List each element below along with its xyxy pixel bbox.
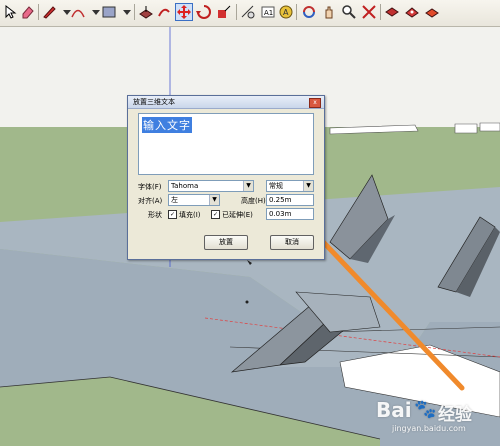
3d-text-icon[interactable]: A <box>278 4 294 20</box>
zoom-extents-icon[interactable] <box>361 4 377 20</box>
align-label: 对齐(A) <box>138 197 163 205</box>
extrude-field[interactable]: 0.03m <box>266 208 314 220</box>
toolbar-separator <box>296 4 297 20</box>
select-icon[interactable] <box>2 4 18 20</box>
watermark-brand: Bai <box>376 398 412 422</box>
style-select-value: 常规 <box>269 182 283 190</box>
toolbar-separator <box>38 4 39 20</box>
paw-icon: 🐾 <box>414 399 437 420</box>
font-label: 字体(F) <box>138 183 162 191</box>
components-icon[interactable] <box>384 4 400 20</box>
push-pull-icon[interactable] <box>138 4 154 20</box>
text-input[interactable]: 输入文字 <box>138 113 314 175</box>
height-field[interactable]: 0.25m <box>266 194 314 206</box>
align-select[interactable]: 左 ▼ <box>168 194 220 206</box>
extruded-label: 已延伸(E) <box>222 211 253 219</box>
arc-icon[interactable] <box>70 4 86 20</box>
fill-label: 填充(I) <box>179 211 201 219</box>
font-select-value: Tahoma <box>171 182 199 190</box>
zoom-icon[interactable] <box>341 4 357 20</box>
eraser-icon[interactable] <box>20 4 36 20</box>
close-icon[interactable]: x <box>309 98 321 108</box>
height-field-value: 0.25m <box>269 196 292 204</box>
place-button[interactable]: 放置 <box>204 235 248 250</box>
height-label: 高度(H) <box>241 197 266 205</box>
svg-text:A1: A1 <box>264 9 273 17</box>
extruded-checkbox[interactable]: ✓ <box>211 210 220 219</box>
chevron-down-icon[interactable] <box>119 4 135 20</box>
font-select[interactable]: Tahoma ▼ <box>168 180 254 192</box>
scale-icon[interactable] <box>216 4 232 20</box>
warehouse-icon[interactable] <box>404 4 420 20</box>
rotate-icon[interactable] <box>196 4 212 20</box>
selected-text: 输入文字 <box>142 117 192 133</box>
chevron-down-icon: ▼ <box>303 181 313 191</box>
style-select[interactable]: 常规 ▼ <box>266 180 314 192</box>
share-model-icon[interactable] <box>424 4 440 20</box>
svg-text:A: A <box>283 8 289 17</box>
dialog-titlebar[interactable]: 放置三维文本 x <box>128 96 324 109</box>
chevron-down-icon: ▼ <box>243 181 253 191</box>
form-label: 形状 <box>148 211 162 219</box>
pencil-icon[interactable] <box>41 4 57 20</box>
watermark-suffix: 经验 <box>438 405 472 425</box>
follow-me-icon[interactable] <box>156 4 172 20</box>
move-icon[interactable] <box>175 3 193 21</box>
chevron-down-icon: ▼ <box>209 195 219 205</box>
pan-icon[interactable] <box>321 4 337 20</box>
place-3d-text-dialog: 放置三维文本 x 输入文字 字体(F) Tahoma ▼ 常规 ▼ 对齐(A) … <box>127 95 325 260</box>
baidu-watermark: Bai 🐾 经验 jingyan.baidu.com <box>376 396 496 438</box>
dimension-icon[interactable] <box>240 4 256 20</box>
align-select-value: 左 <box>171 196 178 204</box>
dialog-title: 放置三维文本 <box>133 98 175 106</box>
text-icon[interactable]: A1 <box>260 4 276 20</box>
toolbar-separator <box>380 4 381 20</box>
watermark-url: jingyan.baidu.com <box>392 424 466 433</box>
toolbar-separator <box>236 4 237 20</box>
fill-checkbox[interactable]: ✓ <box>168 210 177 219</box>
rectangle-icon[interactable] <box>101 4 117 20</box>
toolbar-separator <box>134 4 135 20</box>
extrude-field-value: 0.03m <box>269 210 292 218</box>
orbit-icon[interactable] <box>301 4 317 20</box>
toolbar: A1 A <box>0 0 500 27</box>
cancel-button[interactable]: 取消 <box>270 235 314 250</box>
